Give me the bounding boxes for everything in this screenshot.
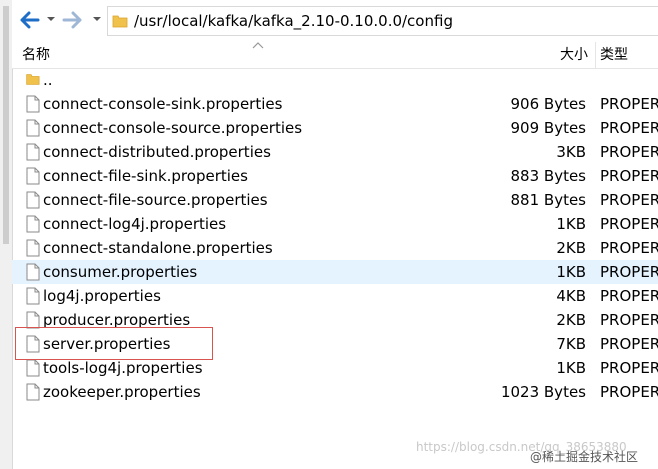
column-header: 名称 大小 类型	[12, 42, 658, 69]
file-size: 881 Bytes	[510, 191, 587, 209]
file-size: 1KB	[556, 359, 586, 377]
file-type: PROPER	[600, 335, 658, 353]
file-type: PROPER	[600, 311, 658, 329]
scrollbar-thumb[interactable]	[3, 6, 9, 244]
arrow-right-icon	[62, 11, 82, 29]
file-name: connect-distributed.properties	[43, 143, 271, 161]
file-name: zookeeper.properties	[43, 383, 201, 401]
file-size: 1023 Bytes	[500, 383, 586, 401]
file-size: 4KB	[556, 287, 586, 305]
file-type: PROPER	[600, 191, 658, 209]
file-size: 1KB	[556, 263, 586, 281]
file-icon	[26, 167, 40, 185]
column-divider[interactable]	[595, 42, 596, 68]
sort-up-icon	[252, 42, 264, 49]
parent-folder-row[interactable]: ..	[12, 68, 658, 92]
parent-folder-label: ..	[43, 71, 53, 89]
file-icon	[26, 383, 40, 401]
file-row[interactable]: connect-console-source.properties 909 Byt…	[12, 116, 658, 140]
file-row[interactable]: connect-distributed.properties 3KB PROPER	[12, 140, 658, 164]
file-name: connect-file-sink.properties	[43, 167, 248, 185]
file-name: connect-file-source.properties	[43, 191, 268, 209]
file-size: 3KB	[556, 143, 586, 161]
file-name: connect-standalone.properties	[43, 239, 273, 257]
navigation-toolbar: /usr/local/kafka/kafka_2.10-0.10.0.0/con…	[12, 0, 658, 42]
chevron-down-icon[interactable]	[92, 14, 102, 24]
annotation-highlight-box	[15, 327, 213, 360]
file-icon	[26, 191, 40, 209]
file-name: connect-console-source.properties	[43, 119, 303, 137]
column-header-name[interactable]: 名称	[22, 42, 50, 68]
forward-button[interactable]	[62, 10, 82, 30]
file-row[interactable]: connect-standalone.properties 2KB PROPER	[12, 236, 658, 260]
file-type: PROPER	[600, 95, 658, 113]
file-type: PROPER	[600, 143, 658, 161]
file-icon	[26, 239, 40, 257]
file-icon	[26, 263, 40, 281]
folder-icon	[112, 15, 128, 28]
file-icon	[26, 215, 40, 233]
address-bar[interactable]: /usr/local/kafka/kafka_2.10-0.10.0.0/con…	[107, 6, 658, 36]
file-size: 906 Bytes	[510, 95, 587, 113]
file-size: 909 Bytes	[510, 119, 587, 137]
file-name: connect-log4j.properties	[43, 215, 227, 233]
file-size: 2KB	[556, 239, 586, 257]
file-icon	[26, 359, 40, 377]
watermark-site: @稀土掘金技术社区	[530, 450, 639, 464]
arrow-left-icon	[20, 11, 40, 29]
file-row[interactable]: zookeeper.properties 1023 Bytes PROPER	[12, 380, 658, 404]
file-row[interactable]: connect-log4j.properties 1KB PROPER	[12, 212, 658, 236]
file-name: tools-log4j.properties	[43, 359, 203, 377]
column-header-size[interactable]: 大小	[560, 42, 588, 68]
file-type: PROPER	[600, 263, 658, 281]
file-type: PROPER	[600, 383, 658, 401]
file-type: PROPER	[600, 359, 658, 377]
file-row[interactable]: log4j.properties 4KB PROPER	[12, 284, 658, 308]
file-size: 883 Bytes	[510, 167, 587, 185]
file-icon	[26, 119, 40, 137]
file-row[interactable]: connect-console-sink.properties 906 Bytes…	[12, 92, 658, 116]
back-button[interactable]	[20, 10, 40, 30]
chevron-down-icon[interactable]	[46, 14, 56, 24]
file-type: PROPER	[600, 287, 658, 305]
file-name: consumer.properties	[43, 263, 198, 281]
column-header-type[interactable]: 类型	[600, 42, 628, 68]
file-size: 7KB	[556, 335, 586, 353]
address-path[interactable]: /usr/local/kafka/kafka_2.10-0.10.0.0/con…	[134, 12, 453, 30]
file-name: connect-console-sink.properties	[43, 95, 283, 113]
file-icon	[26, 95, 40, 113]
file-size: 1KB	[556, 215, 586, 233]
file-type: PROPER	[600, 215, 658, 233]
file-row[interactable]: connect-file-sink.properties 883 Bytes PRO…	[12, 164, 658, 188]
file-icon	[26, 143, 40, 161]
folder-icon	[26, 74, 40, 85]
file-icon	[26, 287, 40, 305]
file-size: 2KB	[556, 311, 586, 329]
file-type: PROPER	[600, 119, 658, 137]
file-row[interactable]: consumer.properties 1KB PROPER	[12, 260, 658, 284]
file-row[interactable]: connect-file-source.properties 881 Bytes P…	[12, 188, 658, 212]
file-type: PROPER	[600, 167, 658, 185]
file-name: log4j.properties	[43, 287, 161, 305]
file-type: PROPER	[600, 239, 658, 257]
